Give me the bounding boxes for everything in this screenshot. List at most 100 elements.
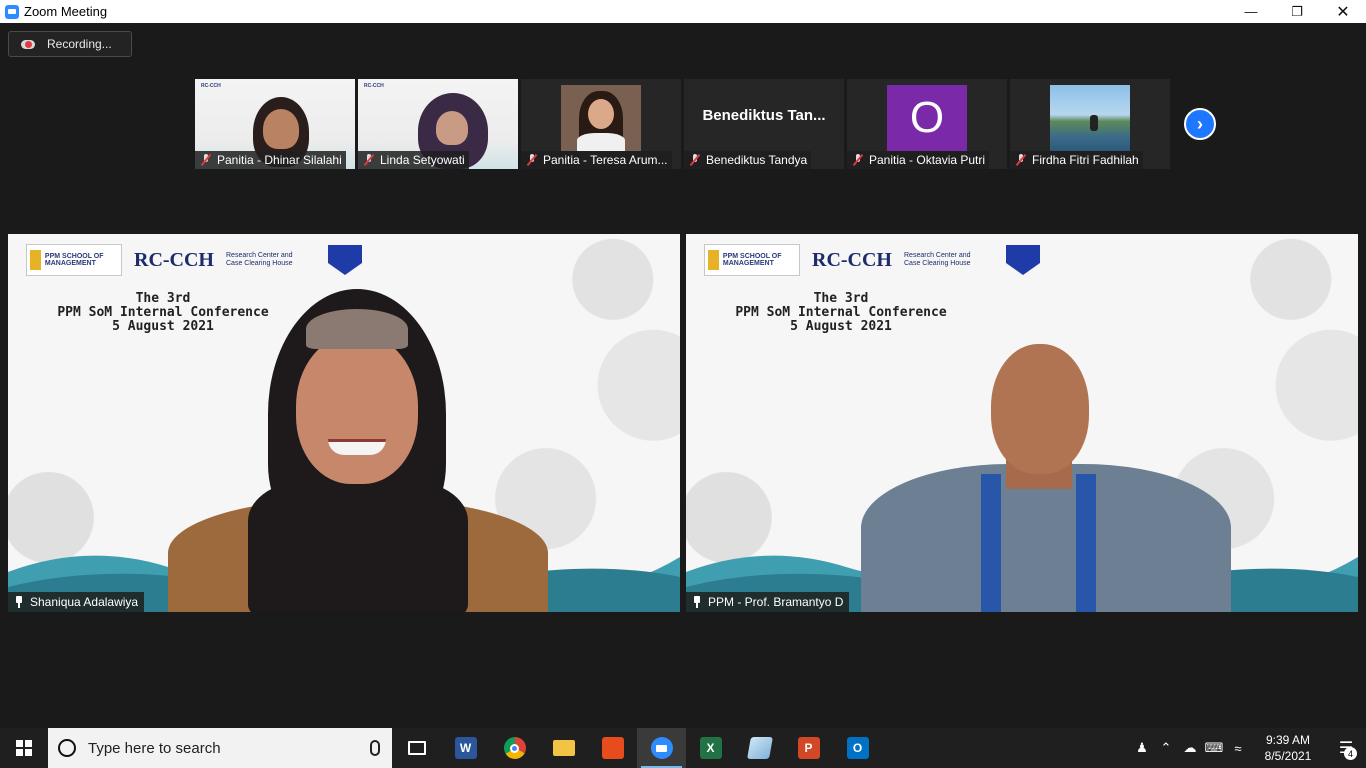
main-video-tile[interactable]: PPM SCHOOL OF MANAGEMENT RC-CCH Research… (8, 234, 680, 612)
cloud-recording-icon (21, 38, 35, 50)
participant-thumbnail[interactable]: Benediktus Tan... Benediktus Tandya (684, 79, 844, 169)
participant-name: Panitia - Oktavia Putri (869, 153, 986, 167)
taskbar-outlook[interactable]: O (833, 728, 882, 768)
taskbar-excel[interactable]: X (686, 728, 735, 768)
conference-logo-bar: PPM SCHOOL OF MANAGEMENT RC-CCH Research… (26, 244, 362, 276)
muted-mic-icon (363, 154, 375, 166)
show-hidden-icons-button[interactable]: ⌃ (1154, 728, 1178, 768)
thumbnail-name-tag: Panitia - Dhinar Silalahi (195, 151, 346, 169)
participant-thumbnail[interactable]: O Panitia - Oktavia Putri (847, 79, 1007, 169)
cortana-circle-icon (58, 739, 76, 757)
taskbar-zoom[interactable] (637, 728, 686, 768)
participant-name: PPM - Prof. Bramantyo D (708, 595, 844, 609)
participant-name: Firdha Fitri Fadhilah (1032, 153, 1139, 167)
participant-thumbnail[interactable]: RC-CCH Linda Setyowati (358, 79, 518, 169)
thumbnail-name-tag: Firdha Fitri Fadhilah (1010, 151, 1143, 169)
restore-button[interactable]: ❐ (1274, 0, 1320, 23)
recording-indicator[interactable]: Recording... (8, 31, 132, 57)
minimize-button[interactable]: — (1228, 0, 1274, 23)
chevron-right-icon: › (1197, 113, 1203, 134)
zoom-app-icon (5, 4, 19, 19)
system-tray: ♟ ⌃ ☁ ⌨ ≈ 9:39 AM 8/5/2021 ☰ 4 (1130, 728, 1366, 768)
conference-logo: RC-CCH (364, 83, 384, 89)
participant-thumbnail[interactable]: RC-CCH Panitia - Dhinar Silalahi (195, 79, 355, 169)
participant-name-display: Benediktus Tan... (702, 106, 826, 124)
participant-name: Linda Setyowati (380, 153, 465, 167)
folder-icon (552, 740, 575, 756)
chevron-up-icon: ⌃ (1160, 740, 1172, 755)
taskbar-word[interactable]: W (441, 728, 490, 768)
video-name-tag: PPM - Prof. Bramantyo D (686, 592, 850, 612)
thumbnail-name-tag: Benediktus Tandya (684, 151, 812, 169)
taskbar-office[interactable] (588, 728, 637, 768)
conference-logo: RC-CCH (201, 83, 221, 89)
task-view-icon (407, 741, 426, 755)
taskbar-search-box[interactable]: Type here to search (48, 728, 392, 768)
participant-thumbnail[interactable]: Firdha Fitri Fadhilah (1010, 79, 1170, 169)
participant-face (263, 109, 299, 149)
people-icon: ♟ (1136, 740, 1148, 755)
window-controls: — ❐ ✕ (1228, 0, 1366, 23)
people-button[interactable]: ♟ (1130, 728, 1154, 768)
muted-mic-icon (1015, 154, 1027, 166)
participant-video (561, 85, 641, 151)
close-button[interactable]: ✕ (1320, 0, 1366, 23)
participant-face (436, 111, 468, 145)
thumbnail-name-tag: Panitia - Teresa Arum... (521, 151, 672, 169)
next-page-button[interactable]: › (1184, 108, 1216, 140)
start-button[interactable] (0, 728, 48, 768)
zoom-icon (650, 737, 673, 759)
thumbnail-name-tag: Linda Setyowati (358, 151, 469, 169)
muted-mic-icon (689, 154, 701, 166)
action-center-button[interactable]: ☰ 4 (1326, 728, 1366, 768)
recording-label: Recording... (47, 37, 112, 51)
task-view-button[interactable] (392, 728, 441, 768)
onedrive-status[interactable]: ☁ (1178, 728, 1202, 768)
participant-video-subject (168, 289, 548, 612)
conference-logo-bar: PPM SCHOOL OF MANAGEMENT RC-CCH Research… (704, 244, 1040, 276)
ime-icon: ⌨ (1204, 740, 1224, 755)
taskbar-file-explorer[interactable] (539, 728, 588, 768)
clock-time: 9:39 AM (1265, 733, 1311, 747)
restore-icon: ❐ (1291, 3, 1303, 19)
shield-logo (328, 245, 362, 275)
conference-name: PPM SoM Internal Conference (735, 305, 947, 320)
rccch-logo: RC-CCH (812, 248, 892, 271)
excel-icon: X (699, 737, 722, 759)
taskbar-clock[interactable]: 9:39 AM 8/5/2021 (1250, 732, 1326, 764)
cloud-error-icon: ☁ (1183, 740, 1197, 755)
muted-mic-icon (526, 154, 538, 166)
participant-name: Shaniqua Adalawiya (30, 595, 139, 609)
participant-name: Panitia - Dhinar Silalahi (217, 153, 342, 167)
video-name-tag: Shaniqua Adalawiya (8, 592, 145, 612)
participant-name: Benediktus Tandya (706, 153, 808, 167)
network-button[interactable]: ≈ (1226, 728, 1250, 768)
window-title: Zoom Meeting (24, 4, 108, 19)
participant-name: Panitia - Teresa Arum... (543, 153, 668, 167)
taskbar-notes[interactable] (735, 728, 784, 768)
word-icon: W (454, 737, 477, 759)
input-method-button[interactable]: ⌨ (1202, 728, 1226, 768)
participant-thumbnail[interactable]: Panitia - Teresa Arum... (521, 79, 681, 169)
windows-taskbar: Type here to search W X P O ♟ ⌃ ☁ ⌨ ≈ 9:… (0, 728, 1366, 768)
school-name: PPM SCHOOL OF MANAGEMENT (722, 253, 782, 267)
taskbar-chrome[interactable] (490, 728, 539, 768)
pin-icon (14, 596, 24, 608)
wifi-icon: ≈ (1234, 740, 1242, 756)
notification-count-badge: 4 (1344, 747, 1357, 760)
pin-icon (692, 596, 702, 608)
participant-avatar: O (887, 85, 967, 151)
conference-edition: The 3rd (813, 291, 869, 306)
shield-logo (1006, 245, 1040, 275)
window-titlebar: Zoom Meeting — ❐ ✕ (0, 0, 1366, 23)
rccch-logo: RC-CCH (134, 248, 214, 271)
meeting-stage: Recording... RC-CCH Panitia - Dhinar Sil… (0, 23, 1366, 728)
clock-date: 8/5/2021 (1264, 749, 1312, 763)
rccch-subtitle: Research Center and Case Clearing House (226, 252, 293, 267)
taskbar-powerpoint[interactable]: P (784, 728, 833, 768)
search-placeholder: Type here to search (88, 739, 221, 757)
main-video-tile[interactable]: PPM SCHOOL OF MANAGEMENT RC-CCH Research… (686, 234, 1358, 612)
microphone-icon[interactable] (370, 740, 380, 756)
close-icon: ✕ (1336, 3, 1350, 21)
participant-video-subject (861, 344, 1231, 612)
